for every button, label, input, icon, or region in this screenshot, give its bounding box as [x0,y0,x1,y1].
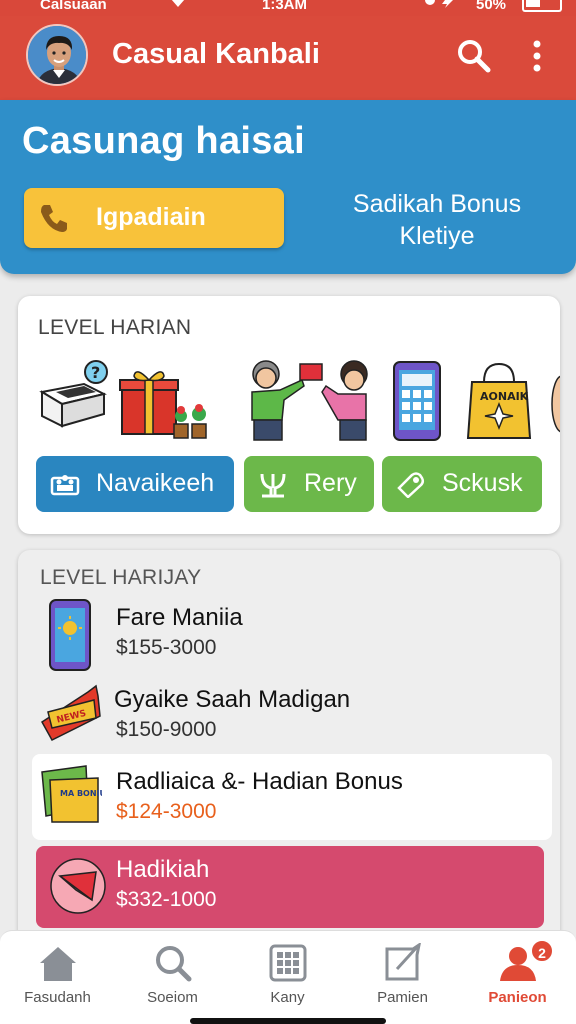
nav-label: Kany [270,989,305,1006]
notification-badge: 2 [530,939,554,963]
bag-label: AONAIK [480,390,529,403]
primary-action-button[interactable]: Igpadiain [24,188,284,248]
more-menu-button[interactable] [520,36,560,76]
nav-item-search[interactable]: Soeiom [115,931,230,1024]
note-icon [385,943,421,981]
daily-level-card: LEVEL HARIAN ? AONAIK Navaikeeh Rery Sck… [18,296,560,534]
status-time: 1:3AM [262,0,308,13]
level-name: Gyaike Saah Madigan [114,686,351,713]
primary-action-label: Igpadiain [96,203,206,231]
levels-card: LEVEL HARIJAY Fare Maniia $155-3000 NEWS… [18,550,560,950]
home-indicator[interactable] [190,1018,386,1024]
bonus-subtitle: Kletiye [399,222,475,250]
card-packet-icon: MA BONIUS [41,765,102,823]
wifi-icon [170,0,186,11]
list-item-active[interactable]: Hadikiah $332-1000 [36,846,544,928]
nav-label: Pamien [377,989,428,1006]
carrier-label: Calsuaan [40,0,107,13]
status-bar: Calsuaan 1:3AM 50% [0,0,576,16]
phone-icon [41,205,67,232]
battery-icon [522,0,562,12]
hero-title: Casunag haisai [22,120,305,162]
list-item-highlighted[interactable]: MA BONIUS Radliaica &- Hadian Bonus $124… [32,754,552,840]
hero-banner: Casunag haisai Igpadiain Sadikah Bonus K… [0,100,576,274]
chip-sckusk[interactable]: Sckusk [382,456,542,512]
chip-rery[interactable]: Rery [244,456,374,512]
bonus-link[interactable]: Sadikah Bonus Kletiye [322,188,552,252]
section-title: LEVEL HARIAN [38,316,192,339]
news-ribbon-icon: NEWS [41,684,101,741]
tag-icon [397,472,425,498]
team-icon [50,475,80,496]
packet-text: MA BONIUS [60,789,102,798]
nav-label: Panieon [488,989,547,1006]
plant-icon [260,473,286,498]
gift-box-question-icon: ? [39,360,108,428]
level-range: $124-3000 [116,800,217,823]
red-ticket-icon [50,858,106,914]
battery-percent: 50% [476,0,507,13]
level-range: $155-3000 [116,636,217,659]
nav-item-keypad[interactable]: Kany [230,931,345,1024]
shopping-bag-icon: AONAIK [466,362,532,439]
kids-exchange-gift-icon [251,360,368,441]
nav-label: Fasudanh [24,989,91,1006]
nav-item-notes[interactable]: Pamien [345,931,460,1024]
calculator-phone-icon [393,361,441,441]
nav-item-people[interactable]: 2 Panieon [460,931,575,1024]
bonus-title: Sadikah Bonus [352,190,522,218]
phone-sun-icon [49,599,91,671]
level-name: Radliaica &- Hadian Bonus [116,768,403,795]
list-item[interactable]: NEWS Gyaike Saah Madigan $150-9000 [18,678,560,754]
chip-label: Rery [304,469,357,497]
flower-pot-icon [173,404,207,439]
avatar[interactable] [26,24,88,86]
home-icon [40,947,76,981]
level-name: Fare Maniia [116,604,243,631]
chip-navaikeeh[interactable]: Navaikeeh [36,456,234,512]
chip-label: Navaikeeh [96,469,215,497]
app-title: Casual Kanbali [112,38,320,70]
level-range: $332-1000 [116,888,217,911]
search-icon [458,40,491,73]
level-range: $150-9000 [116,718,217,741]
more-vertical-icon [533,40,541,72]
nav-label: Soeiom [147,989,198,1006]
search-button[interactable] [454,36,494,76]
chip-label: Sckusk [442,469,523,497]
app-bar: Casual Kanbali [0,16,576,100]
svg-text:?: ? [91,363,100,382]
keypad-icon [269,944,307,982]
partial-figure-icon [551,375,560,433]
nav-item-home[interactable]: Fasudanh [0,931,115,1024]
alarm-icon [424,0,464,11]
section-title: LEVEL HARIJAY [40,566,202,589]
bottom-nav: Fasudanh Soeiom Kany Pamien 2 Panieon [0,930,576,1024]
level-name: Hadikiah [116,856,210,883]
search-icon [156,946,192,982]
list-item[interactable]: Fare Maniia $155-3000 [18,596,560,672]
